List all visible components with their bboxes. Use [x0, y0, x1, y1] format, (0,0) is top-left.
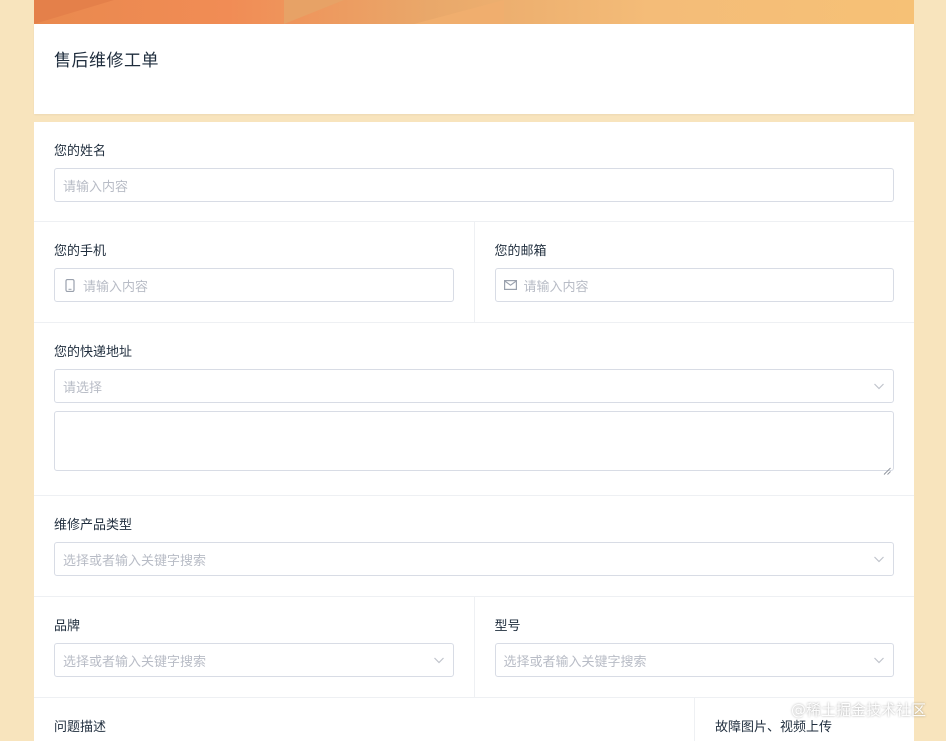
watermark: @稀土掘金技术社区 — [790, 701, 926, 719]
name-placeholder: 请输入内容 — [63, 179, 129, 195]
product-type-placeholder: 选择或者输入关键字搜索 — [63, 553, 207, 569]
field-address: 您的快递地址 请选择 — [34, 323, 914, 495]
form-title: 售后维修工单 — [54, 51, 159, 71]
row-problem-upload: 问题描述 故障图片、视频上传 — [34, 698, 914, 741]
brand-select[interactable]: 选择或者输入关键字搜索 — [54, 643, 454, 677]
row-contact: 您的手机 请输入内容 您的邮箱 请输入内容 — [34, 222, 914, 323]
field-name: 您的姓名 请输入内容 — [34, 122, 914, 221]
phone-placeholder: 请输入内容 — [83, 279, 149, 295]
field-email: 您的邮箱 请输入内容 — [473, 222, 915, 322]
phone-label: 您的手机 — [54, 244, 107, 259]
name-input[interactable]: 请输入内容 — [54, 168, 894, 202]
field-problem: 问题描述 — [34, 698, 694, 741]
chevron-down-icon — [433, 654, 445, 666]
mail-icon — [504, 278, 518, 292]
form-body: 您的姓名 请输入内容 您的手机 请输入内容 您的邮箱 请输入内容 您的快递地址 … — [34, 122, 914, 741]
brand-label: 品牌 — [54, 619, 81, 634]
upload-label: 故障图片、视频上传 — [715, 720, 833, 735]
name-label: 您的姓名 — [54, 144, 107, 159]
address-select[interactable]: 请选择 — [54, 369, 894, 403]
row-brand-model: 品牌 选择或者输入关键字搜索 型号 选择或者输入关键字搜索 — [34, 597, 914, 698]
model-label: 型号 — [494, 619, 521, 634]
row-address: 您的快递地址 请选择 — [34, 323, 914, 496]
model-placeholder: 选择或者输入关键字搜索 — [503, 654, 647, 670]
product-type-select[interactable]: 选择或者输入关键字搜索 — [54, 542, 894, 576]
brand-placeholder: 选择或者输入关键字搜索 — [63, 654, 207, 670]
phone-input[interactable]: 请输入内容 — [54, 268, 454, 302]
field-product-type: 维修产品类型 选择或者输入关键字搜索 — [34, 496, 914, 596]
chevron-down-icon — [873, 553, 885, 565]
resize-grip-icon[interactable] — [883, 460, 891, 475]
row-name: 您的姓名 请输入内容 — [34, 122, 914, 222]
model-select[interactable]: 选择或者输入关键字搜索 — [494, 643, 894, 677]
chevron-down-icon — [873, 380, 885, 392]
address-placeholder: 请选择 — [63, 380, 103, 396]
problem-label: 问题描述 — [54, 720, 107, 735]
form-page: 售后维修工单 您的姓名 请输入内容 您的手机 请输入内容 您的邮箱 请输入内容 … — [34, 0, 914, 741]
email-input[interactable]: 请输入内容 — [494, 268, 894, 302]
email-placeholder: 请输入内容 — [523, 279, 589, 295]
form-header: 售后维修工单 — [34, 24, 914, 114]
header-banner — [34, 0, 914, 24]
chevron-down-icon — [873, 654, 885, 666]
field-brand: 品牌 选择或者输入关键字搜索 — [34, 597, 474, 697]
field-model: 型号 选择或者输入关键字搜索 — [473, 597, 915, 697]
email-label: 您的邮箱 — [494, 244, 547, 259]
address-detail-textarea[interactable] — [54, 411, 894, 475]
field-phone: 您的手机 请输入内容 — [34, 222, 474, 322]
mobile-icon — [63, 278, 77, 292]
address-label: 您的快递地址 — [54, 345, 133, 360]
row-product-type: 维修产品类型 选择或者输入关键字搜索 — [34, 496, 914, 597]
product-type-label: 维修产品类型 — [54, 518, 133, 533]
